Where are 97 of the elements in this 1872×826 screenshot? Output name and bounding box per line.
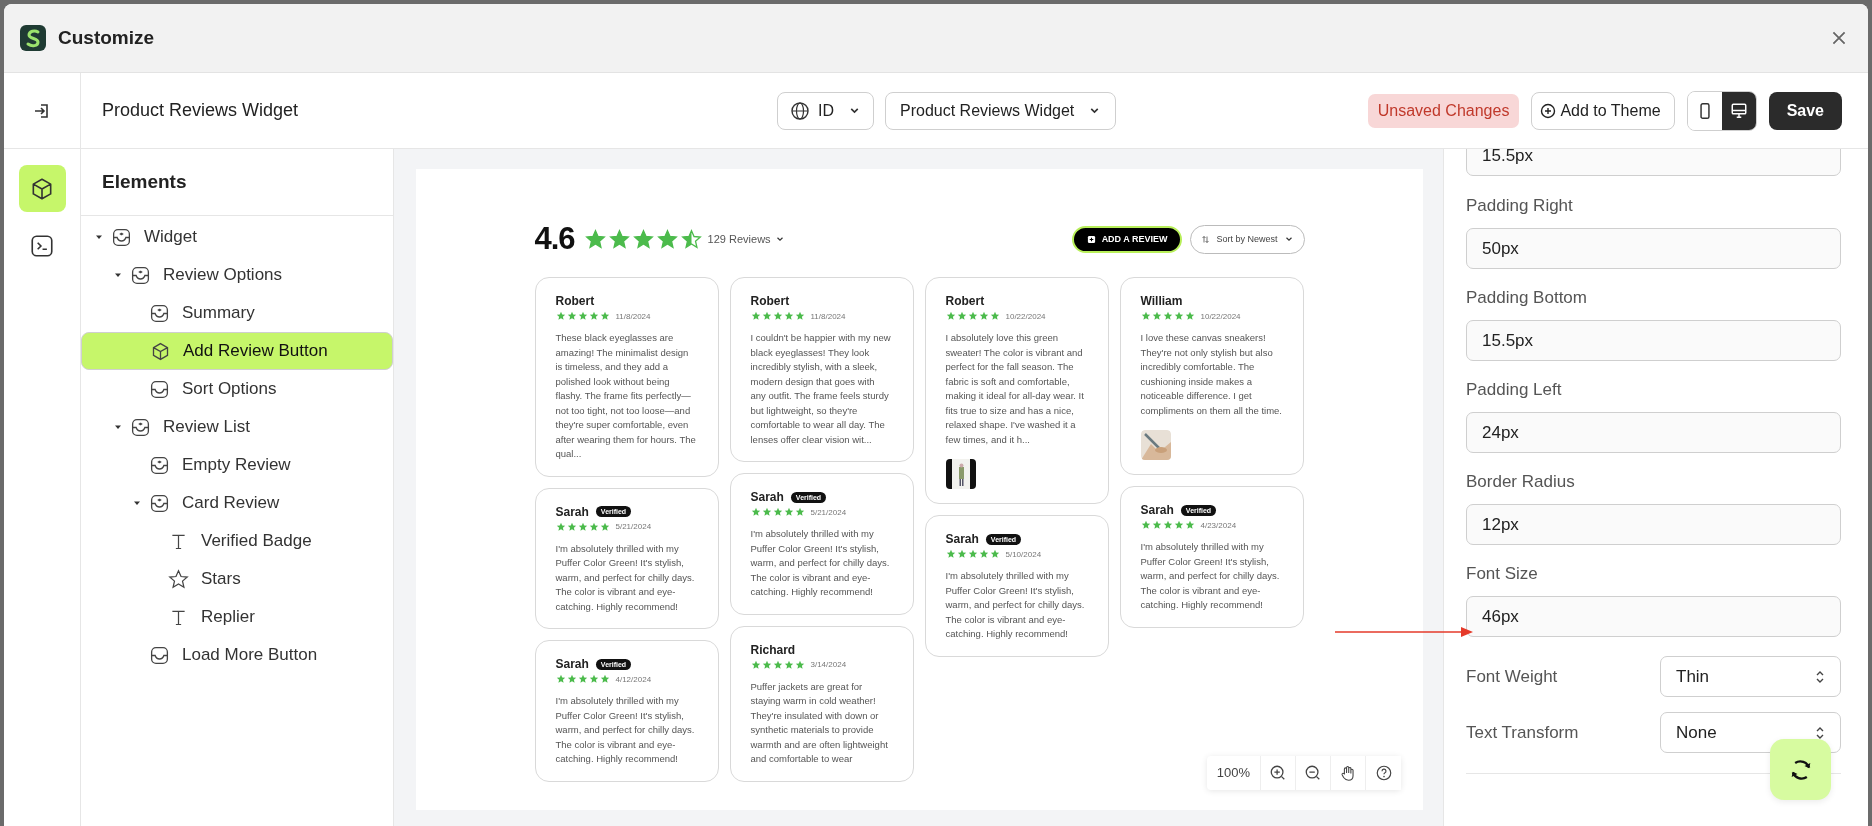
field-label: Border Radius: [1466, 472, 1576, 492]
window-title: Customize: [58, 27, 155, 49]
review-date: 5/21/2024: [615, 522, 652, 531]
review-text: I'm absolutely thrilled with my Puffer Color Green! It's stylish, warm, and perfect for chilly days. The color is vibrant and eye-catching. Highly recommend!: [750, 527, 891, 599]
field-label: Font Size: [1466, 564, 1539, 584]
panel-title: Elements: [81, 149, 393, 216]
review-date: 10/22/2024: [1005, 311, 1046, 321]
cube-icon: [150, 340, 171, 362]
plus-circle-icon: [1540, 102, 1557, 119]
desktop-view-button[interactable]: [1721, 91, 1756, 130]
tree-item[interactable]: Widget: [81, 218, 393, 256]
caret-icon[interactable]: [114, 271, 122, 279]
tree-item[interactable]: Summary: [81, 294, 393, 332]
tree-item[interactable]: Sort Options: [81, 370, 393, 408]
text-field[interactable]: 12px: [1466, 504, 1841, 545]
reviewer-name: Robert: [555, 294, 595, 308]
container-icon: [149, 492, 170, 514]
review-date: 11/8/2024: [615, 311, 651, 321]
reviewer-name: Sarah: [1140, 503, 1174, 517]
tree-item[interactable]: Verified Badge: [81, 522, 393, 560]
help-icon[interactable]: [1366, 756, 1401, 790]
elements-tab[interactable]: [18, 165, 66, 212]
field-label: Font Weight: [1466, 666, 1558, 687]
review-date: 11/8/2024: [810, 311, 846, 321]
widget-select[interactable]: Product Reviews Widget: [885, 91, 1117, 130]
review-text: I'm absolutely thrilled with my Puffer Color Green! It's stylish, warm, and perfect for chilly days. The color is vibrant and eye-catching. Highly recommend!: [555, 541, 696, 614]
field-label: Text Transform: [1466, 722, 1579, 743]
tree-item[interactable]: Review Options: [81, 256, 393, 294]
reviewer-name: Richard: [750, 642, 796, 657]
reviewer-name: Robert: [750, 294, 790, 308]
reviewer-name: Sarah: [555, 504, 589, 519]
field-label: Padding Right: [1466, 196, 1574, 216]
field-label: Padding Left: [1466, 380, 1563, 400]
zoom-in-icon[interactable]: [1261, 756, 1296, 790]
refresh-button[interactable]: [1770, 739, 1831, 800]
close-icon[interactable]: [1830, 29, 1848, 47]
tree-item[interactable]: Replier: [81, 598, 393, 636]
review-text: I'm absolutely thrilled with my Puffer Color Green! It's stylish, warm, and perfect for chilly days. The color is vibrant and eye-catching. Highly recommend!: [1140, 540, 1281, 612]
text-field[interactable]: 46px: [1466, 596, 1841, 637]
review-text: I'm absolutely thrilled with my Puffer Color Green! It's stylish, warm, and perfect for chilly days. The color is vibrant and eye-catching. Highly recommend!: [555, 694, 696, 766]
review-date: 5/21/2024: [810, 507, 847, 517]
tree-item[interactable]: Card Review: [81, 484, 393, 522]
review-text: I couldn't be happier with my new black eyeglasses! They look incredibly stylish, with a sleek, modern design that goes with any outfit. The frame feels sturdy but lightweight, so they're comfortable to wear all day. The lenses offer clear vision wit...: [750, 331, 892, 447]
text-field[interactable]: 15.5px: [1466, 149, 1841, 176]
review-text: I'm absolutely thrilled with my Puffer Color Green! It's stylish, warm, and perfect for chilly days. The color is vibrant and eye-catching. Highly recommend!: [945, 569, 1086, 641]
add-to-theme-button[interactable]: Add to Theme: [1531, 91, 1675, 130]
page-title: Product Reviews Widget: [102, 100, 299, 121]
tree-item[interactable]: Review List: [81, 408, 393, 446]
tree-item[interactable]: Empty Review: [81, 446, 393, 484]
review-count-dropdown[interactable]: 129 Reviews: [707, 233, 785, 245]
container-icon: [111, 226, 132, 248]
tree-item[interactable]: Add Review Button: [81, 332, 393, 370]
zoom-out-icon[interactable]: [1296, 756, 1331, 790]
hand-icon[interactable]: [1331, 756, 1366, 790]
container-icon: [149, 454, 170, 476]
review-date: 3/14/2024: [810, 660, 847, 669]
review-text: I absolutely love this green sweater! The color is vibrant and perfect for the fall season. The fabric is soft and comfortable, making it ideal for all-day wear. It fits true to size and has a nice, relaxed shape. I've washed it a few times, and it h...: [945, 331, 1085, 447]
plus-square-icon: [1086, 234, 1096, 244]
container-icon: [149, 302, 170, 324]
review-text: I love these canvas sneakers! They're not only stylish but also incredibly comfortable. The cushioning inside makes a noticeable difference. I get compliments on them all the time.: [1140, 331, 1283, 418]
add-review-button[interactable]: ADD A REVIEW: [1071, 225, 1183, 253]
review-date: 5/10/2024: [1005, 549, 1042, 559]
field-label: Padding Bottom: [1466, 288, 1588, 308]
text-field[interactable]: 50px: [1466, 228, 1841, 269]
text-field[interactable]: 24px: [1466, 412, 1841, 453]
sort-icon: [1201, 234, 1211, 244]
reviewer-name: Robert: [945, 294, 985, 308]
reviewer-name: Sarah: [945, 532, 979, 546]
caret-icon[interactable]: [95, 233, 103, 241]
reviewer-name: William: [1140, 294, 1183, 308]
review-date: 10/22/2024: [1200, 311, 1241, 321]
review-date: 4/23/2024: [1200, 520, 1237, 530]
select-field[interactable]: Thin: [1660, 656, 1841, 697]
tray-icon: [149, 378, 170, 400]
star-icon: [168, 568, 189, 590]
tree-item[interactable]: Stars: [81, 560, 393, 598]
unsaved-changes-badge: Unsaved Changes: [1367, 93, 1520, 128]
sort-select[interactable]: Sort by Newest: [1190, 224, 1305, 254]
reviewer-name: Sarah: [555, 657, 589, 671]
language-select[interactable]: ID: [777, 91, 874, 130]
tree-item[interactable]: Load More Button: [81, 636, 393, 674]
container-icon: [130, 264, 151, 286]
rating-score: 4.6: [534, 221, 575, 257]
review-text: Puffer jackets are great for staying warm in cold weather! They're insulated with down or synthetic materials to provide warmth and are often lightweight and comfortable to wear: [750, 679, 889, 766]
globe-icon: [790, 100, 810, 121]
tray-icon: [149, 644, 170, 666]
text-field[interactable]: 15.5px: [1466, 320, 1841, 361]
review-date: 4/12/2024: [615, 674, 652, 684]
container-icon: [130, 416, 151, 438]
review-text: These black eyeglasses are amazing! The minimalist design is timeless, and they add a polished look without being flashy. The frame fits perfectly—not too tight, not too loose—and they're super comfortable, even after wearing them for hours. The qual...: [555, 331, 697, 461]
monitor-icon: [1729, 101, 1748, 120]
terminal-icon: [29, 232, 55, 259]
app-logo-icon: [20, 25, 46, 51]
reviewer-name: Sarah: [750, 490, 784, 504]
save-button[interactable]: Save: [1768, 91, 1842, 130]
caret-icon[interactable]: [133, 499, 141, 507]
caret-icon[interactable]: [114, 423, 122, 431]
